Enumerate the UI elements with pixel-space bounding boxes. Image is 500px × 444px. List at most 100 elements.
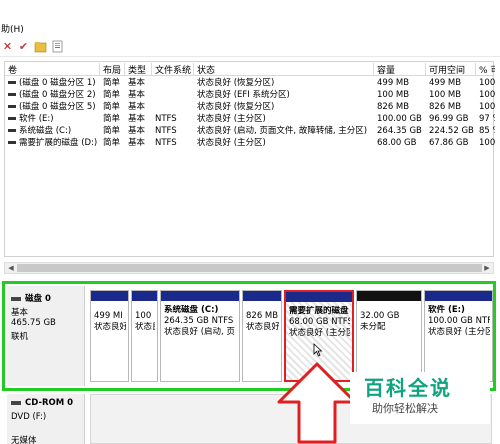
volume-fs: [152, 101, 194, 113]
disk-name: 磁盘 0: [25, 294, 51, 304]
volume-fs: NTFS: [155, 138, 177, 148]
scroll-left-arrow-icon[interactable]: ◀: [5, 263, 17, 273]
partition-c[interactable]: 系统磁盘 (C:) 264.35 GB NTFS 状态良好 (启动, 页: [160, 290, 240, 382]
volume-layout: 简单: [103, 78, 121, 88]
partition-2[interactable]: 100 状态良: [131, 290, 158, 382]
cdrom-icon: [11, 400, 21, 405]
partition-size: 499 MI: [94, 311, 123, 321]
disk-state: 联机: [11, 332, 29, 342]
partition-status: 未分配: [360, 322, 386, 332]
partition-size: 826 MB: [246, 311, 279, 321]
volume-status: 状态良好 (主分区): [197, 138, 266, 148]
menu-bar: 助(H): [0, 20, 500, 36]
volume-layout: 简单: [103, 90, 121, 100]
partition-size: 100.00 GB NTFS: [428, 316, 490, 326]
cdrom-state: 无媒体: [11, 436, 37, 444]
volume-fs: NTFS: [155, 114, 177, 124]
col-filesystem[interactable]: 文件系统: [152, 63, 194, 75]
partition-size: 32.00 GB: [360, 311, 400, 321]
table-row[interactable]: (磁盘 0 磁盘分区 1) 简单 基本 状态良好 (恢复分区) 499 MB 4…: [5, 77, 495, 89]
menu-help[interactable]: 助(H): [1, 22, 24, 35]
cdrom-0-label[interactable]: CD-ROM 0 DVD (F:) 无媒体: [7, 394, 85, 444]
disk-type: 基本: [11, 308, 29, 318]
volume-icon: [8, 129, 16, 132]
disk-icon: [11, 296, 21, 301]
partition-name: 系统磁盘 (C:): [164, 305, 219, 315]
volume-icon: [8, 105, 16, 108]
col-volume[interactable]: 卷: [5, 63, 100, 75]
partition-bar: [161, 291, 239, 301]
table-row[interactable]: (磁盘 0 磁盘分区 5) 简单 基本 状态良好 (恢复分区) 826 MB 8…: [5, 101, 495, 113]
volume-layout: 简单: [103, 102, 121, 112]
col-free-space[interactable]: 可用空间: [426, 63, 476, 75]
col-percent-free[interactable]: % 可: [476, 63, 495, 75]
volume-pct: 100 %: [479, 102, 495, 112]
col-capacity[interactable]: 容量: [374, 63, 426, 75]
volume-icon: [8, 141, 16, 144]
partition-size: 100: [135, 311, 152, 321]
disk-0-label[interactable]: 磁盘 0 基本 465.75 GB 联机: [7, 286, 85, 386]
partition-bar: [91, 291, 128, 301]
partition-size: 68.00 GB NTFS: [289, 317, 350, 327]
volume-layout: 简单: [103, 114, 121, 124]
watermark-title: 百科全说: [364, 376, 452, 400]
toolbar: ✕ ✔: [0, 37, 500, 57]
volume-capacity: 264.35 GB: [377, 126, 422, 136]
partition-name: 软件 (E:): [428, 305, 465, 315]
col-status[interactable]: 状态: [194, 63, 374, 75]
partition-unallocated[interactable]: 32.00 GB 未分配: [356, 290, 422, 382]
scrollbar-thumb[interactable]: [17, 264, 482, 272]
volume-type: 基本: [128, 114, 146, 124]
scroll-right-arrow-icon[interactable]: ▶: [481, 263, 493, 273]
volume-type: 基本: [128, 126, 146, 136]
horizontal-scrollbar[interactable]: ◀ ▶: [4, 262, 494, 274]
table-row[interactable]: 需要扩展的磁盘 (D:) 简单 基本 NTFS 状态良好 (主分区) 68.00…: [5, 137, 495, 149]
volume-capacity: 100.00 GB: [377, 114, 422, 124]
table-row[interactable]: 软件 (E:) 简单 基本 NTFS 状态良好 (主分区) 100.00 GB …: [5, 113, 495, 125]
volume-status: 状态良好 (主分区): [197, 114, 266, 124]
volume-type: 基本: [128, 138, 146, 148]
volume-type: 基本: [128, 102, 146, 112]
volume-table-header: 卷 布局 类型 文件系统 状态 容量 可用空间 % 可: [5, 62, 495, 76]
volume-layout: 简单: [103, 126, 121, 136]
watermark: 百科全说 助你轻松解决: [350, 372, 490, 424]
partition-e[interactable]: 软件 (E:) 100.00 GB NTFS 状态良好 (主分区): [424, 290, 493, 382]
partition-status: 状态良好 (启动, 页: [164, 327, 235, 337]
properties-icon[interactable]: [51, 40, 64, 53]
table-row[interactable]: 系统磁盘 (C:) 简单 基本 NTFS 状态良好 (启动, 页面文件, 故障转…: [5, 125, 495, 137]
volume-type: 基本: [128, 78, 146, 88]
volume-free: 499 MB: [429, 78, 462, 88]
partition-1[interactable]: 499 MI 状态良好: [90, 290, 129, 382]
check-icon[interactable]: ✔: [17, 40, 30, 53]
volume-capacity: 68.00 GB: [377, 138, 417, 148]
volume-icon: [8, 81, 16, 84]
volume-type: 基本: [128, 90, 146, 100]
disk-size: 465.75 GB: [11, 318, 56, 328]
volume-capacity: 499 MB: [377, 78, 410, 88]
volume-free: 67.86 GB: [429, 138, 469, 148]
partition-bar: [132, 291, 157, 301]
volume-pct: 100 %: [479, 78, 495, 88]
volume-free: 100 MB: [429, 90, 462, 100]
volume-fs: NTFS: [155, 126, 177, 136]
volume-layout: 简单: [103, 138, 121, 148]
partition-status: 状态良好 (主分区): [428, 327, 490, 337]
volume-free: 96.99 GB: [429, 114, 469, 124]
partition-bar: [357, 291, 421, 301]
partition-name: 需要扩展的磁盘: [289, 306, 349, 316]
partition-bar: [425, 291, 492, 301]
folder-icon[interactable]: [34, 40, 47, 53]
cdrom-type: DVD (F:): [11, 412, 47, 422]
delete-icon[interactable]: ✕: [1, 40, 14, 53]
mouse-cursor-icon: [313, 343, 323, 357]
col-type[interactable]: 类型: [125, 63, 152, 75]
volume-capacity: 100 MB: [377, 90, 410, 100]
red-arrow-annotation: [277, 362, 357, 444]
volume-pct: 100 %: [479, 90, 495, 100]
volume-pct: 97 %: [479, 114, 495, 124]
partition-5[interactable]: 826 MB 状态良好: [242, 290, 282, 382]
volume-icon: [8, 93, 16, 96]
volume-capacity: 826 MB: [377, 102, 410, 112]
col-layout[interactable]: 布局: [100, 63, 125, 75]
table-row[interactable]: (磁盘 0 磁盘分区 2) 简单 基本 状态良好 (EFI 系统分区) 100 …: [5, 89, 495, 101]
